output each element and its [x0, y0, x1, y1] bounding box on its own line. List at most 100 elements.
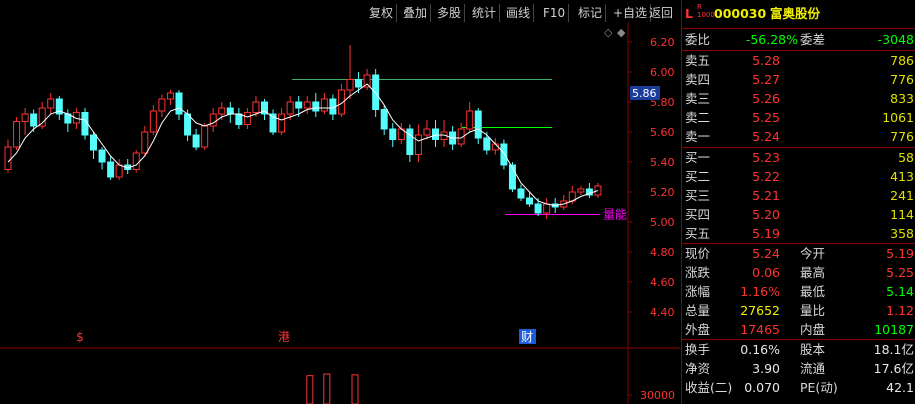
weibi-row: 委比 -56.28% 委差 -3048 [682, 31, 915, 49]
candle-body[interactable] [517, 188, 525, 199]
toolbar-multistock-button[interactable]: 多股 [434, 4, 466, 22]
candle-body[interactable] [30, 113, 38, 127]
candle-body[interactable] [286, 101, 294, 115]
candle-body[interactable] [303, 101, 311, 109]
candle-body[interactable] [474, 110, 482, 139]
stat-row: 总量 27652 量比 1.12 [682, 302, 915, 320]
candle-body[interactable] [543, 203, 551, 214]
toolbar-overlay-button[interactable]: 叠加 [400, 4, 432, 22]
candle-body[interactable] [534, 203, 542, 214]
toolbar-draw-button[interactable]: 画线 [503, 4, 535, 22]
toolbar-back-button[interactable]: 返回 [646, 4, 676, 22]
ask-row[interactable]: 卖一 5.24 776 [682, 128, 915, 146]
bid-row[interactable]: 买三 5.21 241 [682, 187, 915, 205]
ask-row[interactable]: 卖三 5.26 833 [682, 90, 915, 108]
bid-label: 买四 [685, 207, 711, 222]
candle-body[interactable] [278, 113, 286, 133]
candle-body[interactable] [423, 128, 431, 136]
bid-label: 买五 [685, 226, 711, 241]
toolbar-add-favorite-button[interactable]: +自选 [610, 4, 652, 22]
event-marker[interactable]: $ [76, 330, 84, 344]
kline-chart[interactable]: 6.206.005.805.605.405.205.004.804.604.40… [0, 22, 680, 404]
candle-body[interactable] [577, 188, 585, 193]
stat-label: 外盘 [685, 322, 711, 337]
stat-row: 外盘 17465 内盘 10187 [682, 321, 915, 339]
candle-body[interactable] [158, 98, 166, 112]
ask-label: 卖五 [685, 53, 711, 68]
candle-body[interactable] [226, 107, 234, 115]
candle-body[interactable] [483, 137, 491, 151]
event-marker[interactable]: 财 [521, 330, 533, 344]
candle-body[interactable] [414, 134, 422, 155]
bid-price: 5.22 [752, 169, 780, 184]
divider [682, 243, 915, 244]
candle-body[interactable] [355, 79, 363, 88]
candle-body[interactable] [389, 128, 397, 140]
candle-body[interactable] [192, 134, 200, 148]
candle-body[interactable] [13, 121, 21, 148]
ask-price: 5.26 [752, 91, 780, 106]
ask-row[interactable]: 卖四 5.27 776 [682, 71, 915, 89]
stat-value: 5.19 [886, 246, 914, 261]
candle-body[interactable] [107, 161, 115, 178]
candle-body[interactable] [491, 143, 499, 151]
event-marker[interactable]: 港 [278, 330, 290, 344]
candle-body[interactable] [406, 128, 414, 155]
bid-row[interactable]: 买二 5.22 413 [682, 168, 915, 186]
candle-body[interactable] [4, 146, 12, 170]
ask-row[interactable]: 卖二 5.25 1061 [682, 109, 915, 127]
volume-bar [351, 374, 359, 404]
candle-body[interactable] [380, 109, 388, 130]
candle-body[interactable] [252, 101, 260, 113]
fundamental-row: 换手 0.16% 股本 18.1亿 [682, 341, 915, 359]
candle-body[interactable] [115, 164, 123, 178]
candle-body[interactable] [175, 92, 183, 115]
quote-header: L R 1000 000030 富奥股份 [682, 3, 915, 25]
candle-body[interactable] [90, 134, 97, 151]
stat-value: 27652 [740, 303, 780, 318]
toolbar-restore-button[interactable]: 复权 [366, 4, 398, 22]
candle-body[interactable] [166, 92, 174, 100]
toolbar-stats-button[interactable]: 统计 [469, 4, 501, 22]
diamond-icon[interactable]: ◇ [604, 26, 613, 39]
ask-volume: 776 [890, 72, 914, 87]
candle-body[interactable] [432, 128, 439, 140]
candle-body[interactable] [243, 112, 251, 125]
bid-row[interactable]: 买四 5.20 114 [682, 206, 915, 224]
candle-body[interactable] [218, 107, 226, 115]
diamond-filled-icon[interactable]: ◆ [617, 26, 626, 39]
candle-body[interactable] [141, 131, 149, 154]
stat-value: 5.25 [886, 265, 914, 280]
fundamental-row: 净资 3.90 流通 17.6亿 [682, 360, 915, 378]
candle-body[interactable] [466, 110, 474, 130]
candle-body[interactable] [201, 125, 209, 148]
candle-body[interactable] [47, 98, 55, 109]
bid-row[interactable]: 买一 5.23 58 [682, 149, 915, 167]
candle-body[interactable] [295, 101, 303, 109]
candle-body[interactable] [346, 79, 354, 91]
candle-body[interactable] [372, 74, 380, 110]
candle-body[interactable] [500, 143, 508, 166]
toolbar-f10-button[interactable]: F10 [540, 4, 570, 22]
toolbar-mark-button[interactable]: 标记 [575, 4, 607, 22]
ask-row[interactable]: 卖五 5.28 786 [682, 52, 915, 70]
candle-body[interactable] [312, 101, 320, 112]
bid-price: 5.20 [752, 207, 780, 222]
candle-body[interactable] [132, 152, 140, 170]
candle-body[interactable] [320, 98, 328, 112]
ask-volume: 786 [890, 53, 914, 68]
stat-row: 现价 5.24 今开 5.19 [682, 245, 915, 263]
bid-price: 5.21 [752, 188, 780, 203]
candle-body[interactable] [526, 197, 534, 205]
candle-body[interactable] [149, 110, 157, 133]
bid-row[interactable]: 买五 5.19 358 [682, 225, 915, 243]
bid-price: 5.19 [752, 226, 780, 241]
candle-body[interactable] [235, 113, 243, 125]
stock-name: 富奥股份 [770, 6, 821, 21]
fundamental-value: 0.16% [740, 342, 780, 357]
candle-body[interactable] [98, 149, 106, 163]
candle-body[interactable] [21, 113, 29, 122]
ask-price: 5.27 [752, 72, 780, 87]
candle-body[interactable] [184, 113, 192, 136]
y-tick-label: 5.20 [650, 186, 675, 199]
